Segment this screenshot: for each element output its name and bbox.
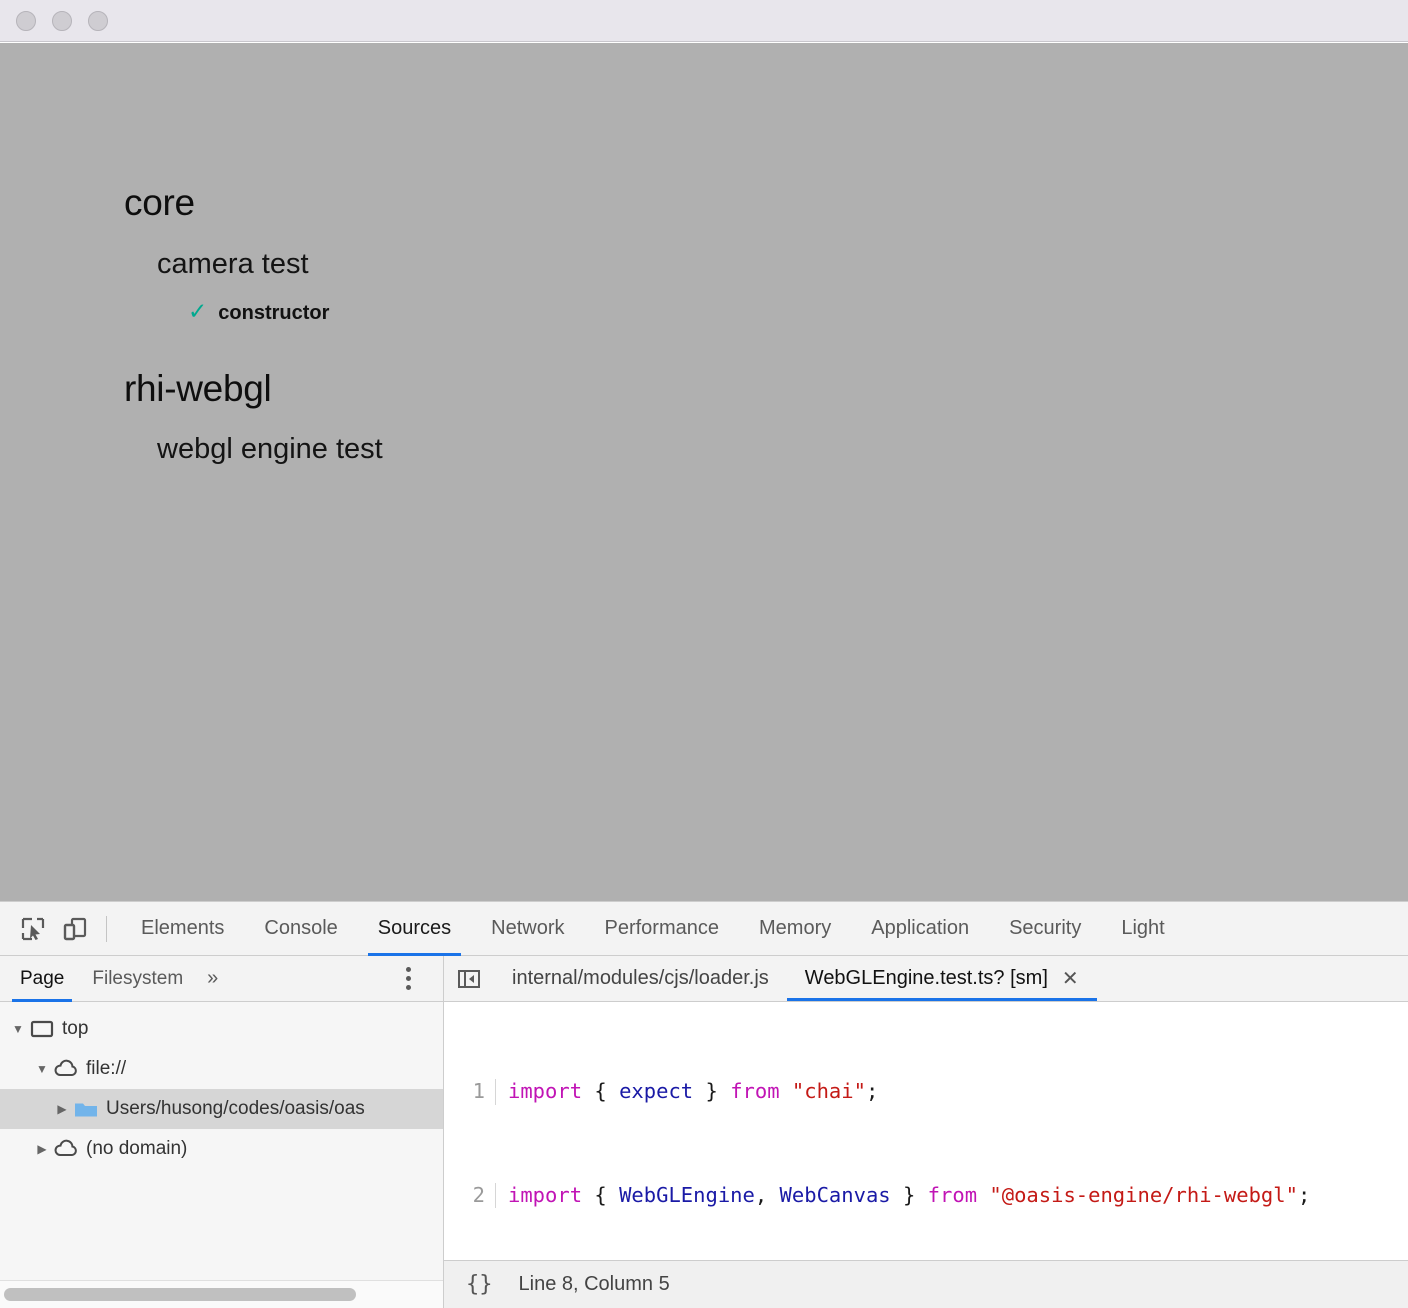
- tab-elements[interactable]: Elements: [121, 902, 244, 956]
- close-window-button[interactable]: [16, 10, 36, 31]
- tree-item-file-scheme[interactable]: ▼ file://: [0, 1049, 443, 1089]
- chevron-right-icon[interactable]: ▶: [52, 1102, 72, 1116]
- navigator-pane: Page Filesystem » ▼ top ▼ file:// ▶ User…: [0, 956, 444, 1308]
- cloud-icon: [52, 1059, 80, 1079]
- code-line: 2 import { WebGLEngine, WebCanvas } from…: [444, 1182, 1408, 1209]
- navigator-horizontal-scrollbar[interactable]: [0, 1280, 443, 1308]
- tab-console[interactable]: Console: [244, 902, 357, 956]
- toolbar-divider: [106, 915, 107, 942]
- devtools-panel: Elements Console Sources Network Perform…: [0, 901, 1408, 1308]
- tree-item-label: Users/husong/codes/oasis/oas: [106, 1098, 365, 1119]
- show-navigator-icon[interactable]: [444, 956, 494, 1001]
- tab-security[interactable]: Security: [989, 902, 1101, 956]
- tree-item-label: (no domain): [86, 1138, 188, 1159]
- minimize-window-button[interactable]: [52, 10, 72, 31]
- editor-pane: internal/modules/cjs/loader.js WebGLEngi…: [444, 956, 1408, 1308]
- folder-icon: [72, 1099, 100, 1119]
- device-toolbar-icon[interactable]: [54, 908, 96, 950]
- navigator-file-tree: ▼ top ▼ file:// ▶ Users/husong/codes/oas…: [0, 1002, 443, 1280]
- devtools-toolbar: Elements Console Sources Network Perform…: [0, 902, 1408, 956]
- traffic-lights: [16, 10, 108, 31]
- code-line-text: import { WebGLEngine, WebCanvas } from "…: [508, 1182, 1311, 1207]
- tab-memory[interactable]: Memory: [739, 902, 851, 956]
- cloud-icon: [52, 1139, 80, 1159]
- window-titlebar: [0, 0, 1408, 42]
- tree-item-label: file://: [86, 1058, 127, 1079]
- devtools-tab-bar: Elements Console Sources Network Perform…: [121, 902, 1185, 956]
- nav-more-tabs-icon[interactable]: »: [197, 967, 228, 990]
- tree-item-top[interactable]: ▼ top: [0, 1009, 443, 1049]
- pretty-print-icon[interactable]: {}: [466, 1272, 493, 1297]
- editor-tab-label: WebGLEngine.test.ts? [sm]: [804, 967, 1048, 989]
- editor-tab-bar: internal/modules/cjs/loader.js WebGLEngi…: [444, 956, 1408, 1002]
- code-content: 1 import { expect } from "chai"; 2 impor…: [444, 1002, 1408, 1260]
- editor-status-bar: {} Line 8, Column 5: [444, 1260, 1408, 1308]
- tree-item-no-domain[interactable]: ▶ (no domain): [0, 1129, 443, 1169]
- test-name-label: constructor: [218, 301, 330, 324]
- sources-panel-body: Page Filesystem » ▼ top ▼ file:// ▶ User…: [0, 956, 1408, 1308]
- maximize-window-button[interactable]: [88, 10, 108, 31]
- code-line-text: import { expect } from "chai";: [508, 1079, 879, 1104]
- tab-sources[interactable]: Sources: [358, 902, 471, 956]
- frame-icon: [28, 1019, 56, 1039]
- tab-performance[interactable]: Performance: [585, 902, 740, 956]
- tree-item-folder-users[interactable]: ▶ Users/husong/codes/oasis/oas: [0, 1089, 443, 1129]
- scrollbar-thumb[interactable]: [4, 1288, 356, 1301]
- tab-lighthouse[interactable]: Light: [1101, 902, 1184, 956]
- editor-tab-webglengine-test[interactable]: WebGLEngine.test.ts? [sm] ✕: [786, 956, 1097, 1001]
- subsuite-title-camera-test: camera test: [157, 247, 309, 280]
- line-number: 1: [444, 1079, 496, 1106]
- tab-network[interactable]: Network: [471, 902, 584, 956]
- cursor-position-label: Line 8, Column 5: [518, 1273, 670, 1295]
- nav-tab-page[interactable]: Page: [6, 956, 78, 1002]
- chevron-down-icon[interactable]: ▼: [8, 1022, 28, 1036]
- chevron-down-icon[interactable]: ▼: [32, 1062, 52, 1076]
- line-number: 2: [444, 1182, 496, 1209]
- test-item-constructor[interactable]: ✓ constructor: [188, 297, 1408, 325]
- navigator-options-icon[interactable]: [400, 961, 417, 996]
- inspect-element-icon[interactable]: [12, 908, 54, 950]
- page-viewport: core camera test ✓ constructor rhi-webgl…: [0, 43, 1408, 901]
- code-line: 1 import { expect } from "chai";: [444, 1079, 1408, 1106]
- browser-window: core camera test ✓ constructor rhi-webgl…: [0, 0, 1408, 1308]
- chevron-right-icon[interactable]: ▶: [32, 1142, 52, 1156]
- suite-title-core: core: [124, 182, 195, 223]
- mocha-report: core camera test ✓ constructor rhi-webgl…: [0, 43, 1408, 466]
- tab-application[interactable]: Application: [851, 902, 989, 956]
- tree-item-label: top: [62, 1018, 89, 1039]
- editor-tab-label: internal/modules/cjs/loader.js: [512, 967, 769, 989]
- check-icon: ✓: [188, 297, 208, 324]
- suite-title-rhi-webgl: rhi-webgl: [124, 367, 272, 409]
- editor-tab-loader-js[interactable]: internal/modules/cjs/loader.js: [494, 956, 787, 1001]
- code-editor[interactable]: 1 import { expect } from "chai"; 2 impor…: [444, 1002, 1408, 1260]
- nav-tab-filesystem[interactable]: Filesystem: [78, 956, 197, 1002]
- navigator-tab-bar: Page Filesystem »: [0, 956, 443, 1002]
- suite-spacer: [124, 325, 1408, 369]
- close-icon[interactable]: ✕: [1062, 966, 1079, 991]
- subsuite-title-webgl-engine-test: webgl engine test: [157, 433, 383, 466]
